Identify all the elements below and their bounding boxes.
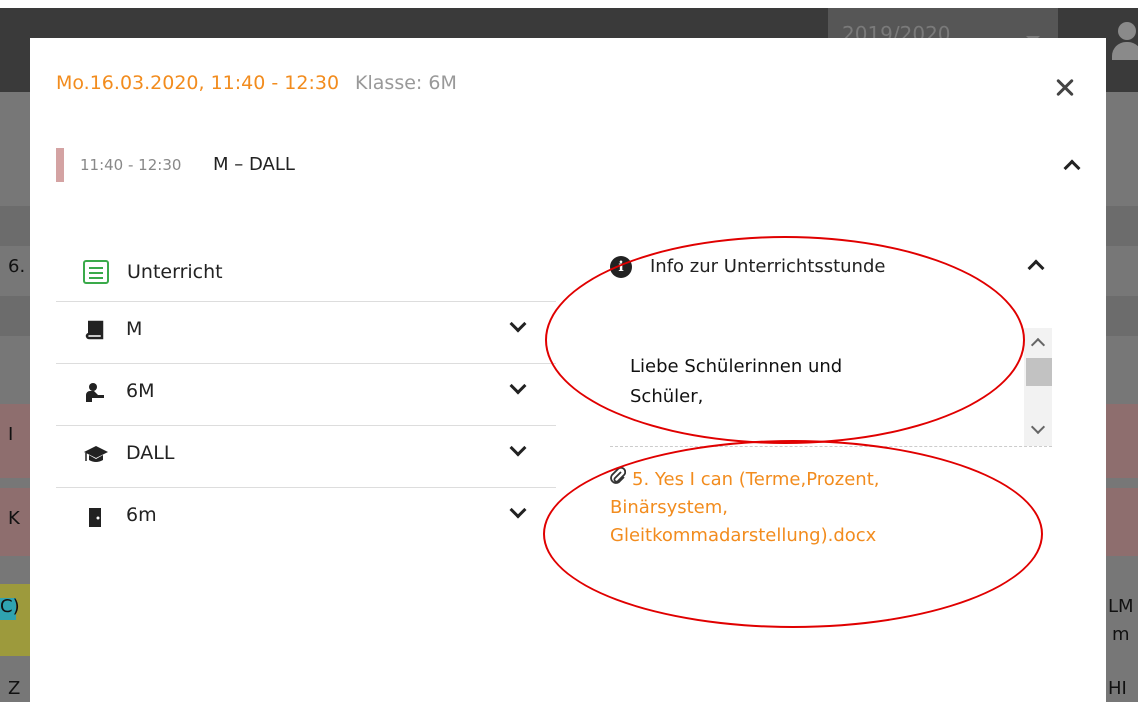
lesson-time: 11:40 - 12:30 — [80, 156, 182, 174]
room-label: 6m — [126, 504, 157, 526]
chevron-up-icon[interactable] — [1027, 259, 1045, 277]
graduation-cap-icon — [84, 446, 108, 462]
unterricht-label: Unterricht — [127, 261, 223, 283]
unterricht-icon — [83, 260, 109, 284]
teacher-label: DALL — [126, 442, 175, 464]
scroll-up-icon[interactable] — [1030, 337, 1046, 353]
info-message: Liebe Schülerinnen und Schüler, — [630, 356, 843, 407]
lesson-subject: M – DALL — [213, 154, 295, 175]
info-title: Info zur Unterrichtsstunde — [650, 256, 886, 277]
book-icon — [85, 320, 104, 340]
room-row[interactable]: 6m — [56, 487, 556, 548]
bg-label: K — [8, 508, 20, 529]
chevron-down-icon[interactable] — [509, 315, 527, 333]
scroll-thumb[interactable] — [1026, 358, 1052, 386]
info-icon: i — [610, 256, 632, 278]
class-row-label: 6M — [126, 380, 155, 402]
chevron-down-icon[interactable] — [509, 377, 527, 395]
attachment-name: 5. Yes I can (Terme,Prozent, Binärsystem… — [610, 469, 880, 546]
scroll-down-icon[interactable] — [1030, 419, 1046, 435]
lesson-period-row[interactable]: 11:40 - 12:30 M – DALL — [56, 148, 1086, 182]
subject-label: M — [126, 318, 143, 340]
chevron-up-icon[interactable] — [1063, 159, 1081, 177]
close-icon[interactable] — [1050, 72, 1082, 104]
bg-label: C) — [0, 596, 20, 617]
lesson-details-dialog: Mo.16.03.2020, 11:40 - 12:30 Klasse: 6M 1… — [30, 38, 1106, 702]
bg-label: m — [1112, 624, 1130, 645]
bg-label: 6. — [8, 256, 26, 277]
lesson-date-time: Mo.16.03.2020, 11:40 - 12:30 — [56, 72, 340, 94]
chevron-down-icon[interactable] — [509, 501, 527, 519]
attachment-link[interactable]: 5. Yes I can (Terme,Prozent, Binärsystem… — [610, 466, 970, 550]
lesson-color-bar — [56, 148, 64, 182]
class-label: Klasse: 6M — [355, 72, 457, 94]
subject-row[interactable]: M — [56, 301, 556, 362]
bg-label: Z — [8, 678, 21, 699]
class-row[interactable]: 6M — [56, 363, 556, 424]
bg-label: HI — [1108, 678, 1127, 699]
chevron-down-icon[interactable] — [509, 439, 527, 457]
bg-label: LM — [1108, 596, 1134, 617]
info-message-box[interactable]: Liebe Schülerinnen und Schüler, — [610, 328, 1052, 447]
user-icon[interactable] — [1112, 22, 1138, 62]
teacher-row[interactable]: DALL — [56, 425, 556, 486]
door-icon — [89, 508, 101, 527]
dialog-header: Mo.16.03.2020, 11:40 - 12:30 Klasse: 6M — [56, 72, 457, 94]
student-icon — [86, 383, 104, 402]
bg-label: I — [8, 424, 14, 445]
message-scrollbar[interactable] — [1024, 328, 1052, 446]
paperclip-icon — [610, 466, 627, 494]
